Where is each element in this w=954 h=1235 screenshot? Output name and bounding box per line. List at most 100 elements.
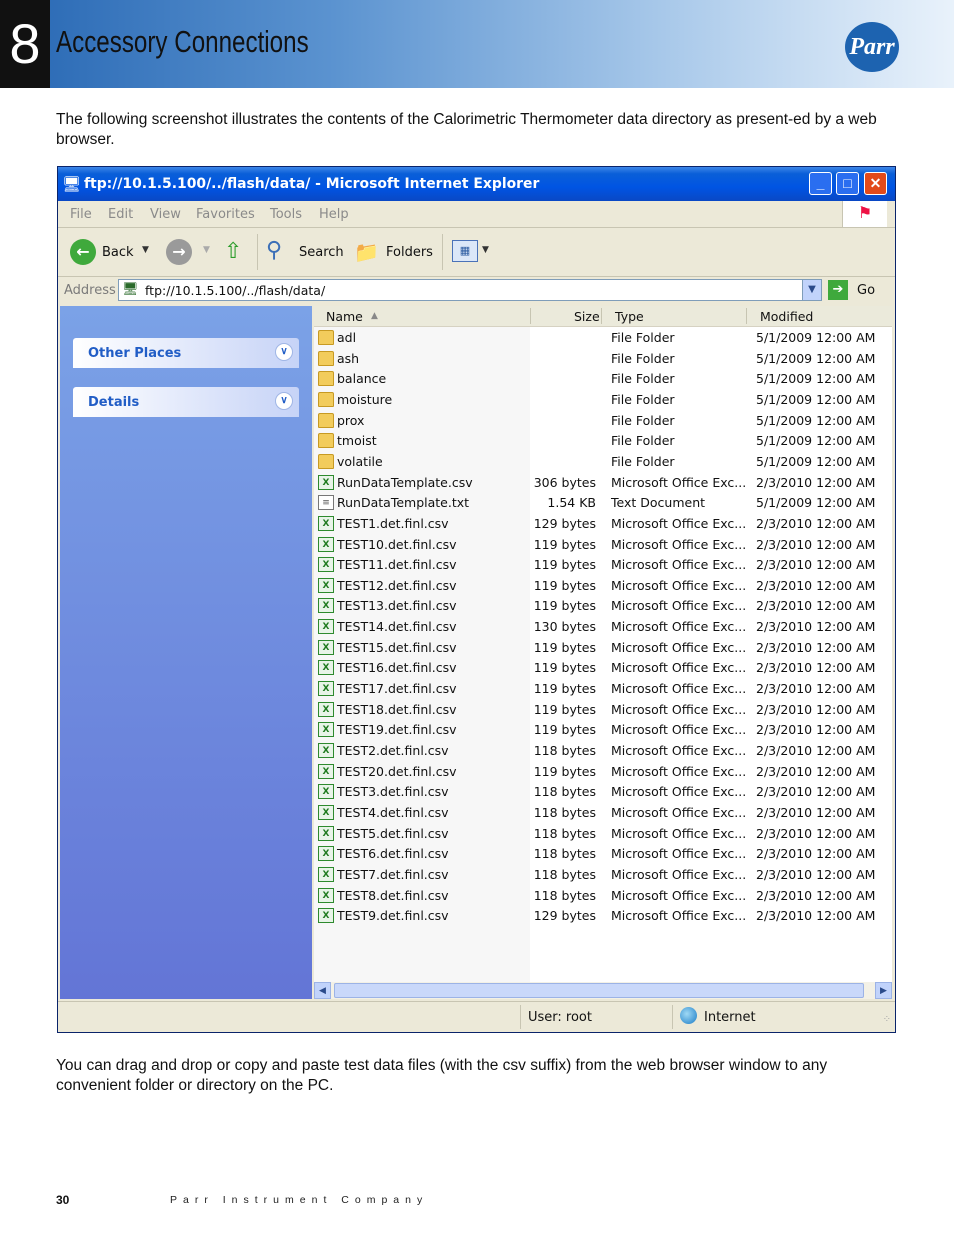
list-item[interactable]: X TEST8.det.finl.csv 118 bytes Microsoft Of… — [314, 886, 892, 906]
file-name: tmoist — [337, 433, 377, 449]
menu-favorites[interactable]: Favorites — [196, 207, 255, 222]
scroll-left-icon[interactable]: ◀ — [314, 982, 331, 999]
text-file-icon: ≡ — [318, 495, 334, 511]
scroll-right-icon[interactable]: ▶ — [875, 982, 892, 999]
list-item[interactable]: X TEST14.det.finl.csv 130 bytes Microsoft O… — [314, 617, 892, 637]
address-label: Address — [64, 283, 116, 298]
chevron-down-icon[interactable]: ∨ — [275, 343, 293, 361]
list-item[interactable]: X RunDataTemplate.csv 306 bytes Microsoft O… — [314, 473, 892, 493]
file-type: File Folder — [611, 350, 675, 366]
menu-file[interactable]: File — [70, 207, 92, 222]
page-number: 30 — [56, 1193, 70, 1207]
search-button[interactable]: Search — [299, 245, 344, 260]
list-item[interactable]: X TEST12.det.finl.csv 119 bytes Microsoft O… — [314, 576, 892, 596]
list-item[interactable]: X TEST18.det.finl.csv 119 bytes Microsoft O… — [314, 700, 892, 720]
resize-grip-icon[interactable]: ⁘ — [883, 1014, 891, 1025]
file-size: 118 bytes — [533, 866, 596, 882]
folders-icon[interactable]: 📁 — [354, 240, 379, 264]
list-item[interactable]: X TEST17.det.finl.csv 119 bytes Microsoft O… — [314, 679, 892, 699]
excel-file-icon: X — [318, 763, 334, 779]
list-item[interactable]: ash File Folder 5/1/2009 12:00 AM — [314, 349, 892, 369]
list-item[interactable]: prox File Folder 5/1/2009 12:00 AM — [314, 411, 892, 431]
file-modified: 2/3/2010 12:00 AM — [756, 804, 876, 820]
status-user: User: root — [528, 1010, 592, 1025]
list-item[interactable]: X TEST16.det.finl.csv 119 bytes Microsoft O… — [314, 658, 892, 678]
file-name: TEST13.det.finl.csv — [337, 598, 457, 614]
file-size: 118 bytes — [533, 784, 596, 800]
forward-arrow-icon[interactable]: → — [166, 239, 192, 265]
column-name[interactable]: Name — [326, 309, 363, 324]
column-size[interactable]: Size — [574, 309, 600, 324]
column-modified[interactable]: Modified — [760, 309, 813, 324]
maximize-button[interactable]: □ — [836, 172, 859, 195]
search-icon[interactable]: ⚲ — [266, 238, 282, 263]
details-panel[interactable]: Details ∨ — [73, 387, 299, 417]
file-modified: 5/1/2009 12:00 AM — [756, 350, 876, 366]
list-item[interactable]: X TEST4.det.finl.csv 118 bytes Microsoft Of… — [314, 803, 892, 823]
back-dropdown-icon[interactable]: ▼ — [142, 245, 149, 255]
list-item[interactable]: volatile File Folder 5/1/2009 12:00 AM — [314, 452, 892, 472]
scrollbar-thumb[interactable] — [334, 983, 864, 998]
folders-button[interactable]: Folders — [386, 245, 433, 260]
minimize-button[interactable]: _ — [809, 172, 832, 195]
list-item[interactable]: X TEST19.det.finl.csv 119 bytes Microsoft O… — [314, 720, 892, 740]
file-modified: 5/1/2009 12:00 AM — [756, 495, 876, 511]
list-item[interactable]: tmoist File Folder 5/1/2009 12:00 AM — [314, 431, 892, 451]
chevron-down-icon[interactable]: ∨ — [275, 392, 293, 410]
file-name: TEST12.det.finl.csv — [337, 577, 457, 593]
outro-paragraph: You can drag and drop or copy and paste … — [56, 1057, 828, 1094]
list-item[interactable]: X TEST6.det.finl.csv 118 bytes Microsoft Of… — [314, 844, 892, 864]
views-icon[interactable]: ▦ — [452, 240, 478, 262]
menu-help[interactable]: Help — [319, 207, 349, 222]
file-size: 306 bytes — [533, 474, 596, 490]
excel-file-icon: X — [318, 619, 334, 635]
list-item[interactable]: X TEST9.det.finl.csv 129 bytes Microsoft Of… — [314, 906, 892, 926]
file-size: 119 bytes — [533, 577, 596, 593]
go-button[interactable]: Go — [857, 283, 875, 298]
back-arrow-icon[interactable]: ← — [70, 239, 96, 265]
file-modified: 2/3/2010 12:00 AM — [756, 515, 876, 531]
column-type[interactable]: Type — [615, 309, 644, 324]
list-item[interactable]: X TEST13.det.finl.csv 119 bytes Microsoft O… — [314, 596, 892, 616]
column-divider[interactable] — [601, 308, 602, 324]
file-name: TEST6.det.finl.csv — [337, 846, 449, 862]
list-item[interactable]: X TEST3.det.finl.csv 118 bytes Microsoft Of… — [314, 782, 892, 802]
list-item[interactable]: X TEST15.det.finl.csv 119 bytes Microsoft O… — [314, 638, 892, 658]
views-dropdown-icon[interactable]: ▼ — [482, 245, 489, 255]
list-item[interactable]: X TEST7.det.finl.csv 118 bytes Microsoft Of… — [314, 865, 892, 885]
list-item[interactable]: balance File Folder 5/1/2009 12:00 AM — [314, 369, 892, 389]
folder-up-icon[interactable]: ⇧ — [224, 239, 242, 264]
list-item[interactable]: adl File Folder 5/1/2009 12:00 AM — [314, 328, 892, 348]
file-size: 118 bytes — [533, 743, 596, 758]
go-arrow-icon[interactable]: ➔ — [828, 280, 848, 300]
menu-view[interactable]: View — [150, 207, 181, 222]
forward-dropdown-icon[interactable]: ▼ — [203, 245, 210, 255]
file-type: File Folder — [611, 371, 675, 387]
list-item[interactable]: X TEST10.det.finl.csv 119 bytes Microsoft O… — [314, 535, 892, 555]
menu-tools[interactable]: Tools — [270, 207, 302, 222]
list-item[interactable]: ≡ RunDataTemplate.txt 1.54 KB Text Document… — [314, 493, 892, 513]
menu-edit[interactable]: Edit — [108, 207, 133, 222]
file-modified: 2/3/2010 12:00 AM — [756, 887, 876, 903]
file-type: Microsoft Office Exc... — [611, 701, 747, 717]
file-size: 118 bytes — [533, 846, 596, 862]
excel-file-icon: X — [318, 598, 334, 614]
list-item[interactable]: X TEST11.det.finl.csv 119 bytes Microsoft O… — [314, 555, 892, 575]
column-divider[interactable] — [530, 308, 531, 324]
horizontal-scrollbar[interactable]: ◀ ▶ — [314, 982, 892, 999]
list-item[interactable]: moisture File Folder 5/1/2009 12:00 AM — [314, 390, 892, 410]
close-button[interactable]: ✕ — [864, 172, 887, 195]
back-button[interactable]: Back — [102, 245, 134, 260]
other-places-panel[interactable]: Other Places ∨ — [73, 338, 299, 368]
list-item[interactable]: X TEST1.det.finl.csv 129 bytes Microsoft Of… — [314, 514, 892, 534]
status-zone: Internet — [704, 1010, 756, 1025]
column-divider[interactable] — [746, 308, 747, 324]
address-input[interactable]: 🖥 ftp://10.1.5.100/../flash/data/ ▼ — [118, 279, 822, 301]
list-item[interactable]: X TEST5.det.finl.csv 118 bytes Microsoft Of… — [314, 824, 892, 844]
details-label: Details — [88, 395, 140, 410]
address-dropdown-icon[interactable]: ▼ — [802, 280, 821, 300]
list-item[interactable]: X TEST20.det.finl.csv 119 bytes Microsoft O… — [314, 762, 892, 782]
address-bar: Address 🖥 ftp://10.1.5.100/../flash/data… — [58, 277, 895, 305]
title-bar[interactable]: 🖥 ftp://10.1.5.100/../flash/data/ - Micr… — [58, 167, 895, 201]
list-item[interactable]: X TEST2.det.finl.csv 118 bytes Microsoft Of… — [314, 741, 892, 761]
